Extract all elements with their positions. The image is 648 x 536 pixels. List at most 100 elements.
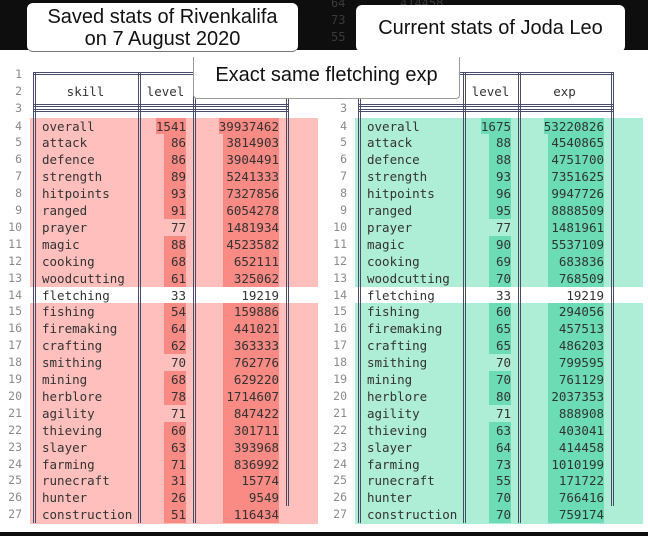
level-value: 86 <box>164 151 186 169</box>
exp-value: 847422 <box>223 404 279 422</box>
exp-cell: 441021 <box>196 320 279 338</box>
exp-value: 5241333 <box>223 168 279 186</box>
line-number: 20 <box>333 388 347 403</box>
exp-cell: 19219 <box>521 287 604 304</box>
level-cell: 68 <box>141 252 186 270</box>
line-number: 5 <box>340 135 347 150</box>
exp-cell: 39937462 <box>196 117 279 135</box>
skill-name: magic <box>367 236 405 252</box>
level-cell: 70 <box>141 354 186 371</box>
exp-cell: 9549 <box>196 489 279 507</box>
exp-value: 7351625 <box>548 168 604 186</box>
exp-cell: 53220826 <box>521 117 604 135</box>
line-number: 7 <box>340 169 347 184</box>
line-number: 27 <box>8 507 22 522</box>
skill-name: herblore <box>42 388 103 404</box>
level-value: 90 <box>489 235 511 253</box>
exp-value: 652111 <box>223 252 279 270</box>
column-border <box>193 72 196 524</box>
exp-value: 2037353 <box>548 387 604 405</box>
skill-name: hunter <box>367 490 413 506</box>
exp-cell: 5241333 <box>196 168 279 186</box>
skill-name: ranged <box>367 203 413 218</box>
exp-value: 19219 <box>241 287 279 303</box>
line-number: 15 <box>8 304 22 319</box>
level-value: 88 <box>489 151 511 169</box>
level-cell: 1541 <box>141 117 186 135</box>
level-cell: 65 <box>466 337 511 355</box>
exp-cell: 116434 <box>196 506 279 524</box>
body-top-border <box>33 109 289 112</box>
level-cell: 77 <box>466 219 511 236</box>
body-top-border <box>358 109 614 112</box>
level-value: 70 <box>495 355 511 371</box>
level-cell: 93 <box>141 185 186 203</box>
exp-value: 15774 <box>223 472 279 490</box>
line-number: 24 <box>333 456 347 471</box>
level-cell: 33 <box>141 287 186 304</box>
level-cell: 1675 <box>466 117 511 135</box>
exp-value: 836992 <box>223 455 279 473</box>
exp-cell: 9947726 <box>521 185 604 203</box>
line-number: 14 <box>333 287 347 302</box>
exp-cell: 403041 <box>521 421 604 439</box>
header-exp: exp <box>553 84 576 99</box>
exp-value: 325062 <box>223 269 279 287</box>
exp-cell: 3904491 <box>196 151 279 169</box>
exp-cell: 486203 <box>521 337 604 355</box>
line-number: 4 <box>340 118 347 133</box>
saved-title-line2: on 7 August 2020 <box>84 28 241 50</box>
level-cell: 88 <box>141 235 186 253</box>
level-cell: 31 <box>141 472 186 490</box>
skill-name: thieving <box>42 422 103 438</box>
level-value: 91 <box>164 202 186 219</box>
exp-value: 759174 <box>548 506 604 524</box>
exp-value: 393968 <box>223 438 279 456</box>
exp-value: 53220826 <box>543 117 604 135</box>
level-value: 62 <box>164 337 186 355</box>
level-cell: 70 <box>466 506 511 524</box>
line-number: 3 <box>15 100 22 115</box>
exp-cell: 325062 <box>196 269 279 287</box>
line-number: 6 <box>15 152 22 167</box>
column-border <box>138 72 141 524</box>
skill-name: agility <box>367 405 420 421</box>
level-cell: 70 <box>466 354 511 371</box>
level-value: 63 <box>164 438 186 456</box>
skill-name: woodcutting <box>367 270 450 286</box>
level-cell: 86 <box>141 134 186 152</box>
line-number: 7 <box>15 169 22 184</box>
level-cell: 55 <box>466 472 511 490</box>
exp-cell: 652111 <box>196 252 279 270</box>
skill-name: smithing <box>367 355 428 371</box>
skill-name: agility <box>42 405 95 421</box>
exp-cell: 457513 <box>521 320 604 338</box>
skill-name: construction <box>367 507 458 523</box>
skill-name: hitpoints <box>367 186 435 202</box>
skill-name: attack <box>367 135 413 151</box>
line-number: 9 <box>340 203 347 217</box>
exp-cell: 414458 <box>521 438 604 456</box>
level-value: 1541 <box>155 117 186 135</box>
level-cell: 61 <box>141 269 186 287</box>
line-number: 16 <box>8 321 22 336</box>
level-value: 70 <box>489 506 511 524</box>
skill-name: firemaking <box>367 321 443 337</box>
line-number: 21 <box>8 405 22 420</box>
level-cell: 88 <box>466 151 511 169</box>
level-value: 61 <box>164 269 186 287</box>
level-cell: 70 <box>466 489 511 507</box>
skill-name: fishing <box>42 304 95 320</box>
level-value: 88 <box>164 235 186 253</box>
skill-name: prayer <box>367 219 413 235</box>
level-value: 70 <box>489 489 511 507</box>
exp-cell: 836992 <box>196 455 279 473</box>
level-value: 71 <box>164 455 186 473</box>
skill-name: slayer <box>367 439 413 455</box>
line-number: 22 <box>8 422 22 437</box>
line-number: 5 <box>15 135 22 150</box>
exp-value: 1010199 <box>548 455 604 473</box>
header-bottom-border <box>358 104 614 107</box>
level-cell: 95 <box>466 202 511 219</box>
line-number: 26 <box>8 490 22 505</box>
